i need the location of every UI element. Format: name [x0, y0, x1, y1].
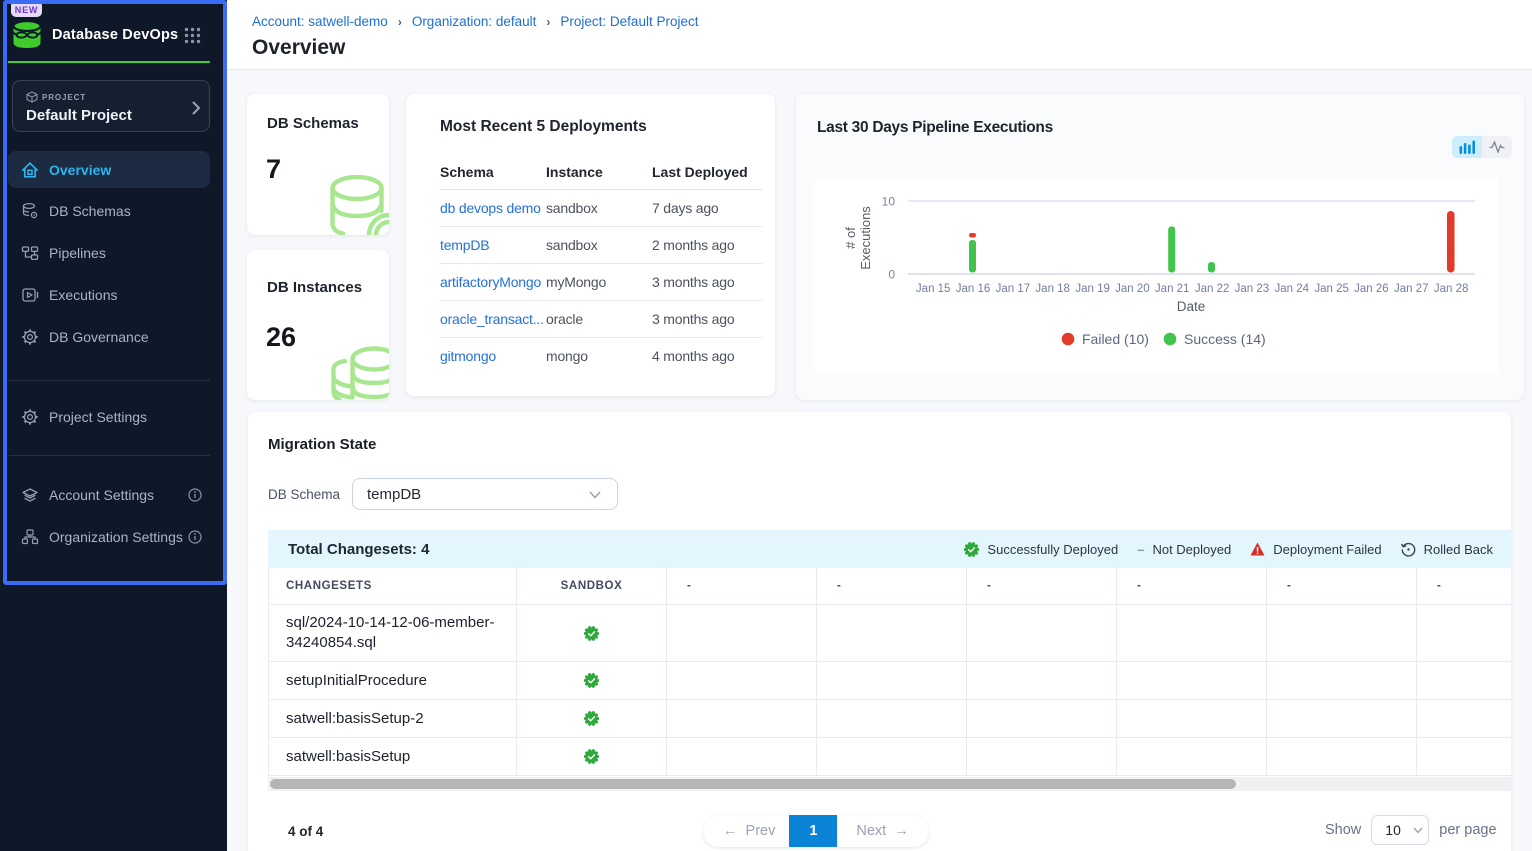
svg-text:Jan 16: Jan 16: [956, 283, 991, 295]
svg-text:Jan 25: Jan 25: [1314, 283, 1349, 295]
svg-text:Jan 26: Jan 26: [1354, 283, 1389, 295]
svg-text:Jan 15: Jan 15: [916, 283, 951, 295]
svg-text:Jan 22: Jan 22: [1195, 283, 1230, 295]
svg-text:Date: Date: [1177, 299, 1206, 314]
svg-text:Jan 18: Jan 18: [1035, 283, 1070, 295]
svg-text:Jan 27: Jan 27: [1394, 283, 1429, 295]
svg-text:Jan 19: Jan 19: [1075, 283, 1110, 295]
svg-text:Jan 21: Jan 21: [1155, 283, 1190, 295]
svg-text:Jan 17: Jan 17: [996, 283, 1031, 295]
svg-text:Jan 24: Jan 24: [1275, 283, 1310, 295]
svg-text:Jan 23: Jan 23: [1235, 283, 1270, 295]
svg-text:Jan 20: Jan 20: [1115, 283, 1150, 295]
svg-text:Jan 28: Jan 28: [1434, 283, 1469, 295]
